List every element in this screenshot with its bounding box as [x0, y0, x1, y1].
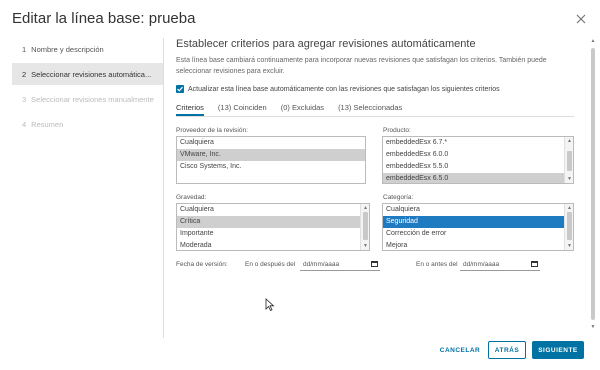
list-item[interactable]: Mejora — [383, 240, 573, 250]
back-button[interactable]: ATRÁS — [488, 341, 526, 359]
list-item[interactable]: embeddedEsx 6.0.0 — [383, 149, 573, 161]
list-item[interactable]: embeddedEsx 5.5.0 — [383, 161, 573, 173]
category-listbox[interactable]: Cualquiera Seguridad Corrección de error… — [382, 203, 574, 251]
page-title: Establecer criterios para agregar revisi… — [176, 38, 476, 50]
scroll-up-icon[interactable]: ▲ — [589, 38, 597, 44]
severity-label: Gravedad: — [176, 194, 207, 201]
auto-update-checkbox[interactable] — [176, 85, 184, 93]
scroll-down-icon[interactable]: ▼ — [565, 175, 573, 183]
scroll-up-icon[interactable]: ▲ — [565, 204, 573, 212]
tab-matching[interactable]: (13) Coinciden — [218, 101, 267, 116]
next-button[interactable]: SIGUIENTE — [532, 341, 584, 359]
wizard-steps: 1 Nombre y descripción 2 Seleccionar rev… — [12, 38, 164, 338]
on-or-before-date-input[interactable]: dd/mm/aaaa — [460, 258, 540, 271]
on-or-before-label: En o antes del — [416, 261, 458, 268]
check-icon — [177, 86, 183, 92]
step-summary: 4 Resumen — [22, 119, 64, 129]
scroll-down-icon[interactable]: ▼ — [361, 242, 369, 250]
step-auto-revisions[interactable]: 2 Seleccionar revisiones automática... — [12, 63, 163, 85]
scroll-down-icon[interactable]: ▼ — [589, 324, 597, 330]
list-item[interactable]: Cisco Systems, Inc. — [177, 161, 365, 173]
scroll-thumb[interactable] — [591, 48, 595, 320]
on-or-after-label: En o después del — [245, 261, 296, 268]
cancel-button[interactable]: CANCELAR — [436, 341, 484, 359]
category-label: Categoría: — [383, 194, 414, 201]
scroll-up-icon[interactable]: ▲ — [361, 204, 369, 212]
on-or-after-date-input[interactable]: dd/mm/aaaa — [300, 258, 380, 271]
list-item[interactable]: Cualquiera — [177, 204, 369, 216]
dialog-title: Editar la línea base: prueba — [12, 10, 196, 27]
severity-scrollbar[interactable]: ▲ ▼ — [360, 204, 369, 250]
close-icon[interactable] — [574, 12, 588, 26]
step-label: Seleccionar revisiones manualmente — [31, 94, 154, 104]
tab-selected[interactable]: (13) Seleccionadas — [338, 101, 402, 116]
vendor-label: Proveedor de la revisión: — [176, 127, 248, 134]
severity-listbox[interactable]: Cualquiera Crítica Importante Moderada ▲… — [176, 203, 370, 251]
list-item[interactable]: Importante — [177, 228, 369, 240]
step-name-description[interactable]: 1 Nombre y descripción — [12, 38, 163, 60]
tab-criteria[interactable]: Criterios — [176, 101, 204, 116]
step-label: Nombre y descripción — [31, 44, 104, 54]
list-item[interactable]: Seguridad — [383, 216, 573, 228]
step-label: Resumen — [31, 119, 64, 129]
list-item[interactable]: Corrección de error — [383, 228, 573, 240]
scroll-thumb[interactable] — [363, 212, 368, 240]
mouse-cursor-icon — [265, 298, 275, 317]
calendar-icon[interactable] — [531, 261, 538, 267]
product-listbox[interactable]: embeddedEsx 6.7.* embeddedEsx 6.0.0 embe… — [382, 136, 574, 184]
auto-update-label: Actualizar esta línea base automáticamen… — [188, 85, 500, 93]
description: Esta línea base cambiará continuamente p… — [176, 57, 547, 75]
list-item[interactable]: embeddedEsx 6.5.0 — [383, 173, 573, 183]
list-item[interactable]: Crítica — [177, 216, 369, 228]
product-label: Producto: — [383, 127, 411, 134]
scroll-thumb[interactable] — [567, 151, 572, 171]
list-item[interactable]: Moderada — [177, 240, 369, 250]
scroll-thumb[interactable] — [567, 212, 572, 240]
step-manual-revisions: 3 Seleccionar revisiones manualmente — [22, 94, 154, 104]
list-item[interactable]: Cualquiera — [177, 137, 365, 149]
auto-update-row[interactable]: Actualizar esta línea base automáticamen… — [176, 83, 574, 95]
list-item[interactable]: Cualquiera — [383, 204, 573, 216]
release-date-row: Fecha de versión: En o después del dd/mm… — [176, 258, 574, 272]
scroll-down-icon[interactable]: ▼ — [565, 242, 573, 250]
list-item[interactable]: embeddedEsx 6.7.* — [383, 137, 573, 149]
main-panel: Establecer criterios para agregar revisi… — [176, 38, 574, 117]
tab-excluded[interactable]: (0) Excluidas — [281, 101, 324, 116]
vendor-listbox[interactable]: Cualquiera VMware, Inc. Cisco Systems, I… — [176, 136, 366, 184]
step-label: Seleccionar revisiones automática... — [31, 69, 152, 79]
tab-bar: Criterios (13) Coinciden (0) Excluidas (… — [176, 101, 574, 117]
scroll-up-icon[interactable]: ▲ — [565, 137, 573, 145]
category-scrollbar[interactable]: ▲ ▼ — [564, 204, 573, 250]
calendar-icon[interactable] — [371, 261, 378, 267]
product-scrollbar[interactable]: ▲ ▼ — [564, 137, 573, 183]
dialog-scrollbar[interactable]: ▲ ▼ — [589, 38, 597, 330]
release-date-label: Fecha de versión: — [176, 261, 228, 268]
list-item[interactable]: VMware, Inc. — [177, 149, 365, 161]
